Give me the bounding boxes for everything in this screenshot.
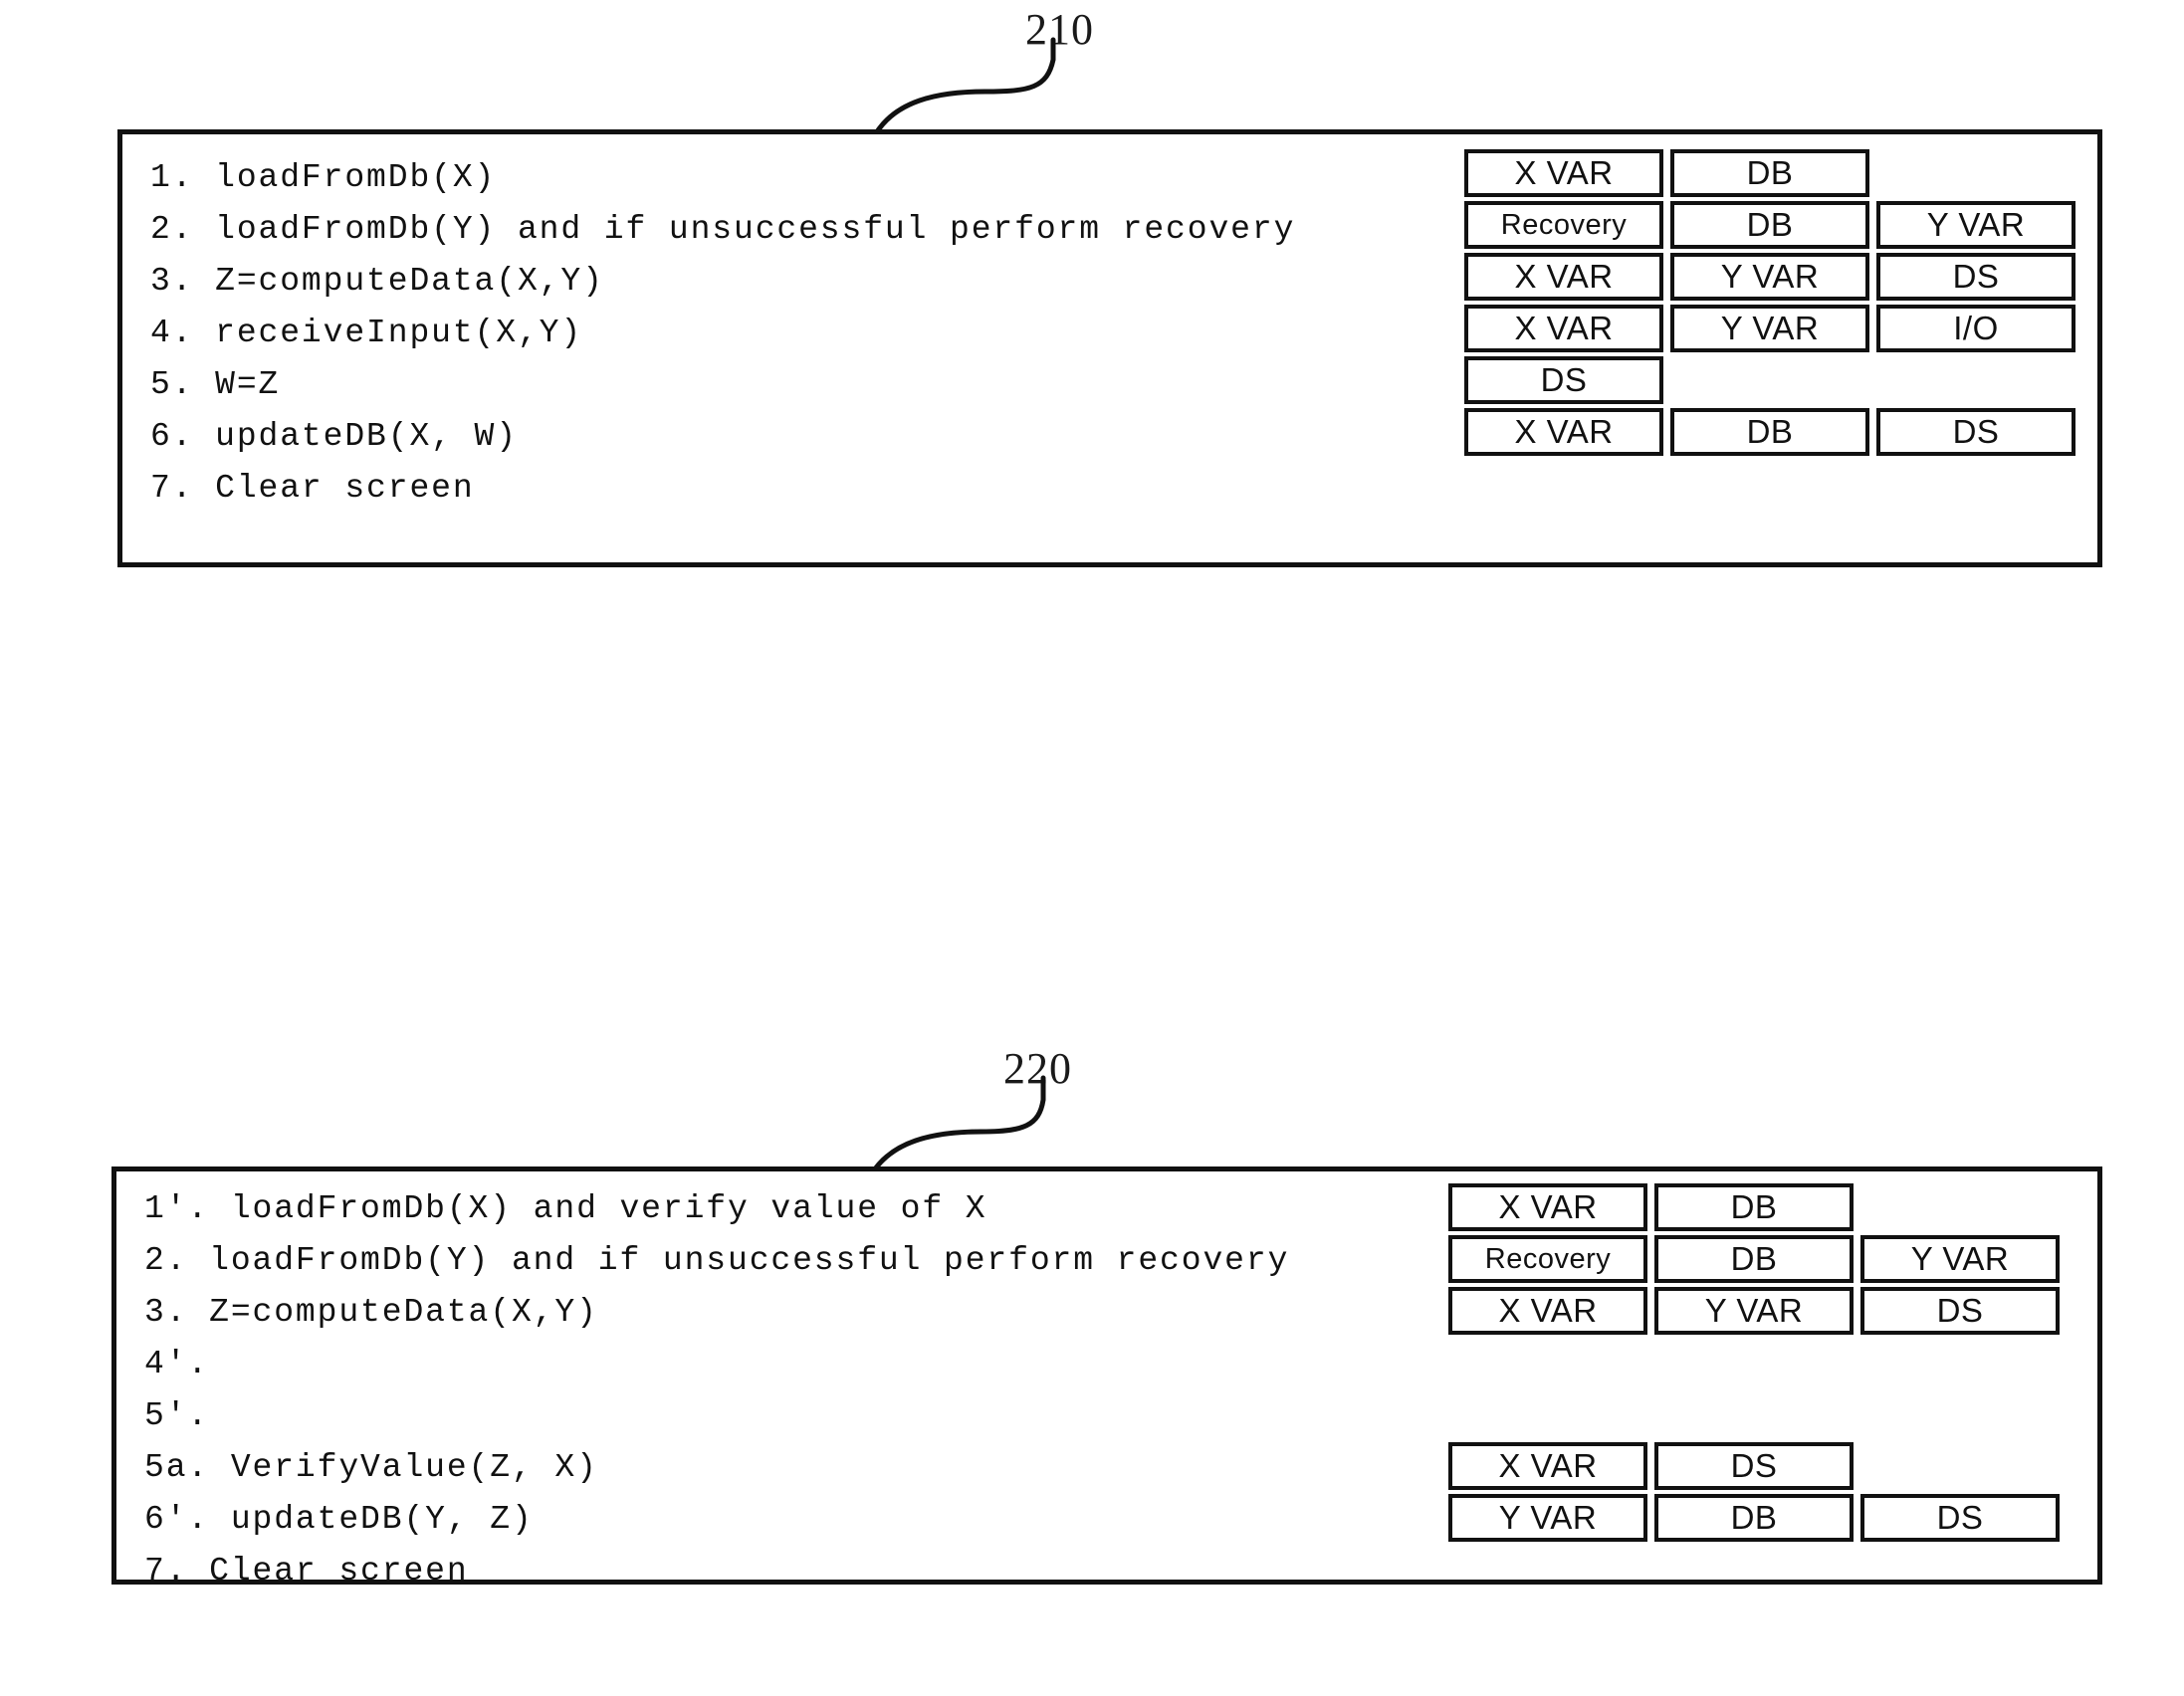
annotation-tag-row [1448, 1544, 2067, 1595]
annotation-tag-empty [1876, 356, 2075, 404]
annotation-tag: DB [1654, 1235, 1854, 1283]
annotation-tag: DB [1670, 149, 1869, 197]
annotation-tag-row: X VAR DB [1464, 147, 2082, 199]
annotation-tag: Y VAR [1670, 305, 1869, 352]
annotation-tag: Recovery [1448, 1235, 1647, 1283]
annotation-tag-row: DS [1464, 354, 2082, 406]
annotation-tag: Y VAR [1670, 253, 1869, 301]
annotation-tag: DB [1670, 201, 1869, 249]
annotation-tag-row: X VAR Y VAR DS [1448, 1285, 2067, 1337]
annotation-tag-empty [1860, 1183, 2060, 1231]
annotation-tag-row: X VAR Y VAR DS [1464, 251, 2082, 303]
annotation-tag: DS [1860, 1494, 2060, 1542]
annotation-tag: X VAR [1464, 253, 1663, 301]
leader-line-220 [869, 1075, 1046, 1176]
annotation-tag-row [1448, 1388, 2067, 1440]
annotation-tags-220: X VAR DB Recovery DB Y VAR X VAR Y VAR D… [1448, 1181, 2067, 1595]
annotation-tag: DS [1876, 408, 2075, 456]
annotation-tag: DB [1670, 408, 1869, 456]
annotation-tag-empty [1860, 1442, 2060, 1490]
reference-numeral-210: 210 [1025, 5, 1094, 54]
annotation-tag-row: X VAR DS [1448, 1440, 2067, 1492]
annotation-tag-empty [1876, 149, 2075, 197]
annotation-tag: Recovery [1464, 201, 1663, 249]
annotation-tag: X VAR [1464, 408, 1663, 456]
annotation-tag: Y VAR [1654, 1287, 1854, 1335]
annotation-tag: DB [1654, 1494, 1854, 1542]
annotation-tag-row: Recovery DB Y VAR [1448, 1233, 2067, 1285]
annotation-tags-210: X VAR DB Recovery DB Y VAR X VAR Y VAR D… [1464, 147, 2082, 510]
annotation-tag: X VAR [1448, 1287, 1647, 1335]
annotation-tag: Y VAR [1876, 201, 2075, 249]
annotation-tag: DS [1464, 356, 1663, 404]
annotation-tag-empty [1670, 356, 1869, 404]
annotation-tag: Y VAR [1860, 1235, 2060, 1283]
annotation-tag: X VAR [1464, 149, 1663, 197]
program-listing-block-210: 1. loadFromDb(X) 2. loadFromDb(Y) and if… [117, 129, 2102, 567]
annotation-tag: Y VAR [1448, 1494, 1647, 1542]
annotation-tag-row [1464, 458, 2082, 510]
annotation-tag: DS [1654, 1442, 1854, 1490]
annotation-tag: I/O [1876, 305, 2075, 352]
reference-numeral-220: 220 [1003, 1044, 1072, 1093]
program-listing-block-220: 1'. loadFromDb(X) and verify value of X … [111, 1166, 2102, 1590]
annotation-tag-row [1448, 1337, 2067, 1388]
annotation-tag-row: Recovery DB Y VAR [1464, 199, 2082, 251]
annotation-tag: X VAR [1448, 1183, 1647, 1231]
annotation-tag: DS [1876, 253, 2075, 301]
annotation-tag: DB [1654, 1183, 1854, 1231]
annotation-tag: X VAR [1448, 1442, 1647, 1490]
annotation-tag: DS [1860, 1287, 2060, 1335]
annotation-tag-row: X VAR Y VAR I/O [1464, 303, 2082, 354]
annotation-tag: X VAR [1464, 305, 1663, 352]
annotation-tag-row: X VAR DB DS [1464, 406, 2082, 458]
annotation-tag-row: Y VAR DB DS [1448, 1492, 2067, 1544]
patent-figure: 210 1. loadFromDb(X) 2. loadFromDb(Y) an… [0, 0, 2184, 1696]
annotation-tag-row: X VAR DB [1448, 1181, 2067, 1233]
